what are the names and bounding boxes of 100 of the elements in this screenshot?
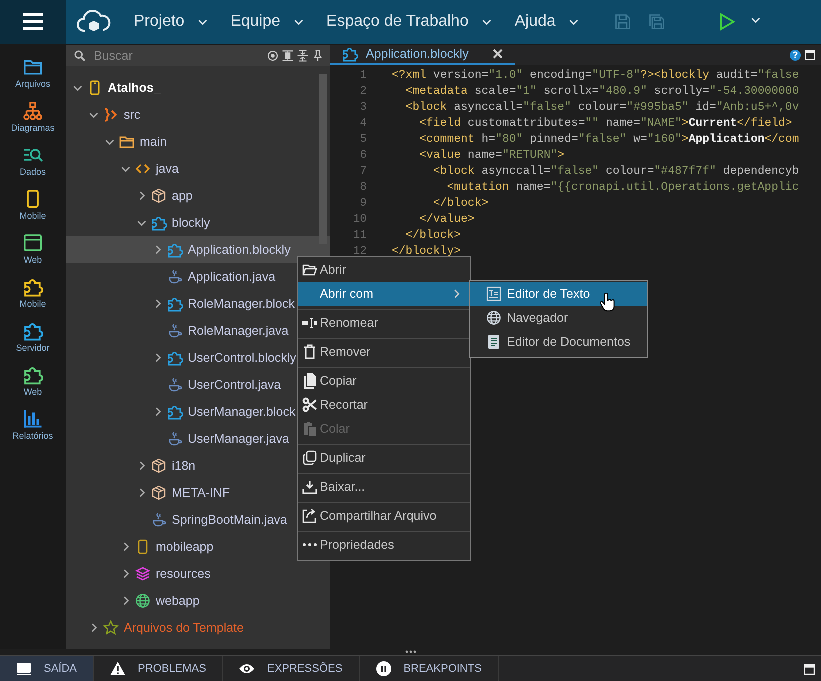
coffee-cup-icon bbox=[167, 268, 183, 284]
menu-icon[interactable] bbox=[22, 13, 44, 31]
tree-item[interactable]: webapp bbox=[66, 587, 202, 614]
tree-item[interactable]: Application.java bbox=[66, 263, 278, 290]
line-number: 12 bbox=[352, 244, 368, 258]
tree-item[interactable]: SpringBootMain.java bbox=[66, 506, 290, 533]
activity-label[interactable]: Dados bbox=[20, 167, 46, 177]
tree-item-label: main bbox=[140, 134, 168, 148]
activity-label[interactable]: Mobile bbox=[20, 211, 46, 221]
menu-button[interactable]: Ajuda bbox=[506, 13, 588, 31]
line-number: 1 bbox=[359, 68, 368, 82]
star-icon bbox=[103, 620, 119, 636]
editor-tab[interactable]: Application.blockly bbox=[330, 45, 515, 65]
tree-item-label: mobileapp bbox=[156, 540, 214, 554]
menu-item[interactable]: Recortar bbox=[320, 393, 462, 417]
tree-item[interactable]: RoleManager.block bbox=[66, 290, 298, 317]
expand-all-icon[interactable] bbox=[297, 50, 309, 62]
box-icon bbox=[151, 458, 167, 474]
maximize-icon[interactable] bbox=[805, 50, 815, 60]
menu-item[interactable]: Remover bbox=[320, 340, 462, 364]
tree-item[interactable]: resources bbox=[66, 560, 213, 587]
monitor-icon bbox=[16, 661, 32, 677]
code-line: <block asynccall="false" colour="#995ba5" id="Anb:u5+^,0v bbox=[404, 100, 800, 114]
tree-item[interactable]: UserManager.java bbox=[66, 425, 292, 452]
menu-item[interactable]: Editor de Documentos bbox=[470, 330, 647, 354]
tree-item-label: resources bbox=[156, 566, 211, 580]
menu-item[interactable]: Renomear bbox=[320, 311, 462, 335]
activity-label[interactable]: Relatórios bbox=[12, 431, 54, 441]
maximize-icon[interactable] bbox=[804, 664, 815, 674]
menu-item[interactable]: Compartilhar Arquivo bbox=[320, 504, 462, 528]
trash-icon bbox=[302, 344, 318, 360]
tree-item[interactable]: UserControl.blockly bbox=[66, 344, 298, 371]
box-icon bbox=[151, 188, 167, 204]
tree-item[interactable]: java bbox=[66, 155, 181, 182]
coffee-cup-icon bbox=[167, 322, 183, 338]
tree-item[interactable]: META-INF bbox=[66, 479, 232, 506]
code-line: <metadata scale="1" scrollx="480.9" scrolly="-54.30000000 bbox=[404, 84, 800, 98]
close-icon[interactable] bbox=[493, 49, 503, 59]
scrollbar[interactable] bbox=[319, 74, 327, 244]
activity-label[interactable]: Web bbox=[24, 255, 42, 265]
activity-label[interactable]: Mobile bbox=[20, 299, 46, 309]
tree-item[interactable]: UserManager.block bbox=[66, 398, 298, 425]
activity-label[interactable]: Servidor bbox=[16, 343, 50, 353]
search-icon bbox=[74, 50, 86, 62]
tree-item[interactable]: i18n bbox=[66, 452, 198, 479]
box-icon bbox=[151, 484, 167, 500]
tree-item[interactable]: app bbox=[66, 182, 195, 209]
menu-item[interactable]: Baixar... bbox=[320, 475, 462, 499]
activity-label[interactable]: Web bbox=[24, 387, 42, 397]
pin-icon[interactable] bbox=[312, 50, 324, 62]
drag-handle-icon[interactable] bbox=[405, 650, 417, 654]
menu-item[interactable]: Duplicar bbox=[320, 446, 462, 470]
tree-item[interactable]: main bbox=[66, 128, 170, 155]
tree-item[interactable]: Atalhos_ bbox=[66, 74, 163, 101]
menu-item[interactable]: Copiar bbox=[320, 369, 462, 393]
code-line: <mutation name="{{cronapi.util.Operations.getApplic bbox=[446, 180, 800, 194]
code-line: </value> bbox=[418, 212, 475, 226]
tree-item-label: Atalhos_ bbox=[108, 80, 161, 94]
folder-icon bbox=[302, 262, 318, 278]
duplicate-icon bbox=[302, 450, 318, 466]
locate-icon[interactable] bbox=[267, 50, 279, 62]
text-document-icon bbox=[486, 286, 502, 302]
panel-tab[interactable]: SAÍDA bbox=[0, 656, 94, 681]
tree-item[interactable]: Arquivos do Template bbox=[66, 614, 246, 641]
notebook-icon bbox=[486, 334, 502, 350]
tree-item[interactable]: mobileapp bbox=[66, 533, 216, 560]
menu-item[interactable]: Propriedades bbox=[320, 533, 462, 557]
activity-label[interactable]: Diagramas bbox=[11, 123, 55, 133]
tree-item[interactable]: src bbox=[66, 101, 143, 128]
tree-item[interactable]: RoleManager.java bbox=[66, 317, 291, 344]
hand-cursor-icon bbox=[600, 293, 616, 313]
tree-item[interactable]: UserControl.java bbox=[66, 371, 284, 398]
collapse-all-icon[interactable] bbox=[282, 50, 294, 62]
tree-item-label: Application.java bbox=[188, 270, 276, 284]
panel-tab[interactable]: PROBLEMAS bbox=[94, 656, 224, 681]
menu-button[interactable]: Espaço de Trabalho bbox=[318, 13, 501, 31]
coffee-cup-icon bbox=[167, 376, 183, 392]
tree-item[interactable]: blockly bbox=[66, 209, 212, 236]
line-number: 7 bbox=[359, 164, 368, 178]
run-icon[interactable] bbox=[718, 13, 736, 31]
code-line: <comment h="80" pinned="false" w="160">Application</com bbox=[418, 132, 800, 146]
panel-tab[interactable]: BREAKPOINTS bbox=[360, 656, 499, 681]
menu-button[interactable]: Projeto bbox=[126, 13, 217, 31]
menu-button[interactable]: Equipe bbox=[222, 13, 313, 31]
more-icon bbox=[302, 543, 318, 547]
line-number: 11 bbox=[352, 228, 368, 242]
line-number: 2 bbox=[359, 84, 368, 98]
menu-item[interactable]: Editor de Texto bbox=[470, 282, 647, 306]
activity-label[interactable]: Arquivos bbox=[15, 79, 50, 89]
help-icon[interactable]: ? bbox=[790, 50, 801, 60]
code-line: </block> bbox=[432, 196, 489, 210]
menu-item[interactable]: Abrir bbox=[320, 258, 462, 282]
code-line: <value name="RETURN"> bbox=[418, 148, 565, 162]
menu-item[interactable]: Navegador bbox=[470, 306, 647, 330]
puzzle-piece-icon bbox=[167, 350, 183, 366]
line-number: 5 bbox=[359, 132, 368, 146]
tree-item-label: i18n bbox=[172, 458, 196, 472]
code-line: <field customattributes="" name="NAME">Current</field> bbox=[418, 116, 792, 130]
panel-tab[interactable]: EXPRESSÕES bbox=[223, 656, 360, 681]
scissors-icon bbox=[302, 397, 318, 413]
